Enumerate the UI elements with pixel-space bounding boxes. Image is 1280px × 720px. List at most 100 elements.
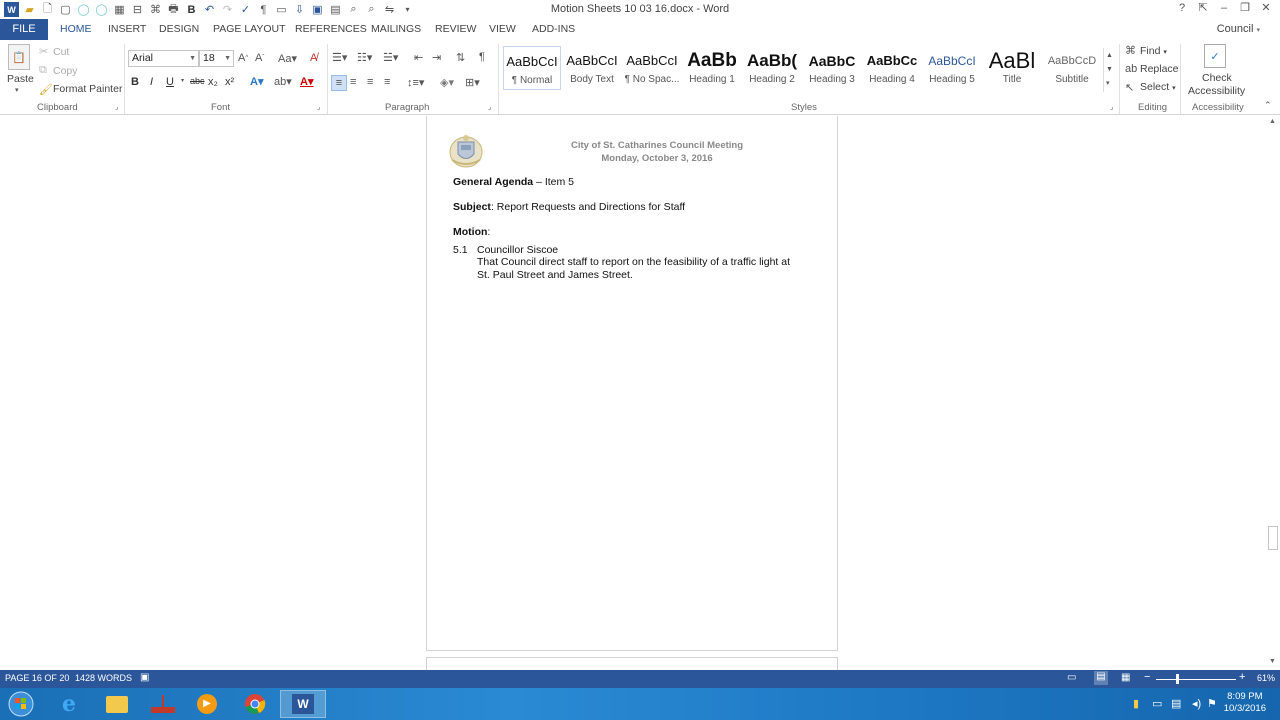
check-accessibility-line2[interactable]: Accessibility xyxy=(1188,85,1245,97)
tab-page-layout[interactable]: PAGE LAYOUT xyxy=(213,19,286,40)
format-painter-button[interactable]: Format Painter xyxy=(53,83,122,95)
numbering-icon[interactable]: ☷▾ xyxy=(357,51,372,64)
network-icon[interactable]: ▤ xyxy=(1171,697,1181,710)
preview-icon[interactable]: ▤ xyxy=(328,2,343,17)
file-explorer-taskbar[interactable] xyxy=(94,690,140,718)
bold-button[interactable]: B xyxy=(131,76,139,88)
italic-button[interactable]: I xyxy=(150,76,153,88)
bullets-icon[interactable]: ☰▾ xyxy=(332,51,347,64)
tab-add-ins[interactable]: ADD-INS xyxy=(532,19,575,40)
font-size-select[interactable]: 18 ▼ xyxy=(199,50,234,67)
print-layout-icon[interactable]: ▤ xyxy=(1094,671,1108,685)
show-marks-icon[interactable]: ¶ xyxy=(256,2,271,17)
cut-button[interactable]: Cut xyxy=(53,46,69,58)
style-normal[interactable]: AaBbCcI ¶ Normal xyxy=(503,46,561,90)
tab-design[interactable]: DESIGN xyxy=(159,19,199,40)
help-icon[interactable]: ? xyxy=(1176,2,1188,14)
style-no-spacing[interactable]: AaBbCcI ¶ No Spac... xyxy=(623,46,681,90)
paste-dropdown-icon[interactable]: ▾ xyxy=(15,86,19,94)
underline-button[interactable]: U xyxy=(166,76,174,88)
share-icon[interactable]: ⇋ xyxy=(382,2,397,17)
line-spacing-icon[interactable]: ↕≡▾ xyxy=(407,76,424,89)
check-accessibility-line1[interactable]: Check xyxy=(1202,72,1232,84)
search-doc-icon[interactable]: ⌕ xyxy=(346,2,361,17)
scroll-down-icon[interactable]: ▼ xyxy=(1269,658,1276,665)
tray-flag-icon[interactable]: ▮ xyxy=(1133,697,1139,710)
styles-gallery-scroll[interactable]: ▲ ▼ ▾ xyxy=(1103,48,1115,92)
text-effects-icon[interactable]: A▾ xyxy=(250,75,263,88)
word-taskbar[interactable]: W xyxy=(280,690,326,718)
word-app-icon[interactable]: W xyxy=(4,2,19,17)
scroll-thumb[interactable] xyxy=(1268,526,1278,550)
font-family-select[interactable]: Arial ▼ xyxy=(128,50,199,67)
refresh-icon[interactable]: ◯ xyxy=(94,2,109,17)
open-folder-icon[interactable]: ▰ xyxy=(22,2,37,17)
ribbon-display-options-icon[interactable]: ⇱ xyxy=(1197,1,1209,14)
sort-icon[interactable]: ⇅ xyxy=(456,51,465,64)
style-heading-5[interactable]: AaBbCcI Heading 5 xyxy=(923,46,981,90)
print-preview-icon[interactable]: 🖶 xyxy=(166,2,181,17)
customize-qat-icon[interactable]: ▾ xyxy=(400,2,415,17)
restore-button[interactable]: ❐ xyxy=(1239,1,1251,14)
zoom-slider-track[interactable] xyxy=(1156,679,1236,680)
account-menu[interactable]: Council ▾ xyxy=(1217,23,1260,35)
grow-font-icon[interactable]: A ^ xyxy=(238,52,248,64)
new-document-icon[interactable]: 🗋 xyxy=(40,2,55,17)
show-hide-marks-icon[interactable]: ¶ xyxy=(479,51,485,63)
proofing-icon[interactable]: ▣ xyxy=(140,672,149,683)
highlight-icon[interactable]: ab▾ xyxy=(274,75,292,88)
zoom-in-icon[interactable]: + xyxy=(1239,671,1245,683)
paste-clipboard-icon[interactable]: 📋 xyxy=(8,44,30,70)
shading-icon[interactable]: ◈▾ xyxy=(440,76,454,89)
decrease-indent-icon[interactable]: ⇤ xyxy=(414,51,423,64)
find-binoculars-icon[interactable]: ⌘ xyxy=(148,2,163,17)
tab-home[interactable]: HOME xyxy=(60,19,92,40)
close-button[interactable]: ✕ xyxy=(1260,1,1272,14)
power-icon[interactable]: ⚑ xyxy=(1207,697,1217,710)
zoom-doc-icon[interactable]: ⌕ xyxy=(364,2,379,17)
word-count[interactable]: 1428 WORDS xyxy=(75,673,132,683)
superscript-button[interactable]: x² xyxy=(225,76,234,88)
insert-table-icon[interactable]: ▦ xyxy=(112,2,127,17)
vertical-scrollbar[interactable]: ▲ ▼ xyxy=(1266,116,1280,670)
zoom-level[interactable]: 61% xyxy=(1257,673,1275,683)
font-launcher-icon[interactable]: ⌟ xyxy=(317,103,320,111)
borders-icon[interactable]: ⊞▾ xyxy=(465,76,480,89)
columns-icon[interactable]: ⊟ xyxy=(130,2,145,17)
style-subtitle[interactable]: AaBbCcD Subtitle xyxy=(1043,46,1101,90)
increase-indent-icon[interactable]: ⇥ xyxy=(432,51,441,64)
align-right-icon[interactable]: ≡ xyxy=(367,76,373,88)
tab-references[interactable]: REFERENCES xyxy=(295,19,367,40)
clipboard-launcher-icon[interactable]: ⌟ xyxy=(115,103,118,111)
paragraph-launcher-icon[interactable]: ⌟ xyxy=(488,103,491,111)
align-left-icon[interactable]: ≡ xyxy=(331,75,347,91)
document-icon[interactable]: ▭ xyxy=(274,2,289,17)
scroll-up-icon[interactable]: ▲ xyxy=(1269,118,1276,125)
style-title[interactable]: AaBl Title xyxy=(983,46,1041,90)
document-area[interactable]: City of St. Catharines Council Meeting M… xyxy=(0,116,1266,677)
tab-view[interactable]: VIEW xyxy=(489,19,516,40)
document-page[interactable]: City of St. Catharines Council Meeting M… xyxy=(426,116,838,651)
copy-button[interactable]: Copy xyxy=(53,65,78,77)
tab-mailings[interactable]: MAILINGS xyxy=(371,19,421,40)
presenter-app-taskbar[interactable] xyxy=(140,690,186,718)
action-center-icon[interactable]: ▭ xyxy=(1152,697,1162,710)
styles-launcher-icon[interactable]: ⌟ xyxy=(1110,103,1113,111)
clear-formatting-icon[interactable]: A̸ xyxy=(310,52,317,64)
web-layout-icon[interactable]: ▦ xyxy=(1121,672,1130,683)
volume-icon[interactable]: ◂) xyxy=(1192,697,1201,710)
minimize-button[interactable]: – xyxy=(1218,2,1230,14)
multilevel-list-icon[interactable]: ☱▾ xyxy=(383,51,398,64)
chrome-taskbar[interactable] xyxy=(232,690,278,718)
justify-icon[interactable]: ≡ xyxy=(384,76,390,88)
tab-insert[interactable]: INSERT xyxy=(108,19,146,40)
tab-file[interactable]: FILE xyxy=(0,19,48,40)
replace-button[interactable]: Replace xyxy=(1140,63,1179,75)
new-blank-icon[interactable]: ▢ xyxy=(58,2,73,17)
select-button[interactable]: Select ▾ xyxy=(1140,81,1176,93)
internet-explorer-taskbar[interactable]: e xyxy=(46,690,92,718)
start-button[interactable] xyxy=(0,690,42,718)
font-color-icon[interactable]: A▾ xyxy=(300,75,313,88)
find-button[interactable]: Find ▾ xyxy=(1140,45,1167,57)
align-center-icon[interactable]: ≡ xyxy=(350,76,356,88)
